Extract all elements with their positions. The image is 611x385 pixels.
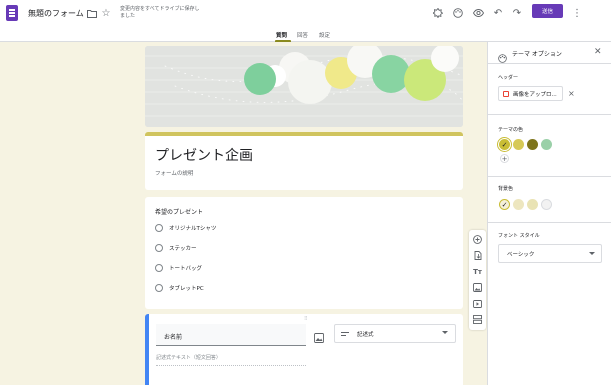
divider (488, 222, 611, 223)
send-button[interactable]: 送信 (532, 4, 563, 18)
theme-color-label: テーマの色 (498, 127, 524, 133)
panel-title: テーマ オプション (512, 51, 562, 58)
bg-color-swatch[interactable]: ✓ (499, 199, 510, 210)
question-card-name[interactable]: ⠿ お名前 記述式 記述式テキスト（短文回答） (145, 314, 463, 385)
bg-color-swatch[interactable] (527, 199, 538, 210)
header-image-chip[interactable]: 画像をアップロ... (498, 86, 563, 101)
form-title-card[interactable]: プレゼント企画 フォームの説明 (145, 132, 463, 190)
theme-color-swatch[interactable] (541, 139, 552, 150)
theme-color-swatch[interactable] (527, 139, 538, 150)
answer-placeholder: 記述式テキスト（短文回答） (156, 354, 306, 366)
form-file-title[interactable]: 無題のフォーム (28, 8, 84, 19)
theme-options-panel: テーマ オプション ✕ ヘッダー 画像をアップロ... × テーマの色 ✓ + … (487, 42, 611, 385)
image-icon (503, 91, 509, 97)
autosave-status: 変更内容をすべてドライブに保存しました (120, 6, 200, 19)
divider (488, 176, 611, 177)
radio-icon[interactable] (155, 264, 163, 272)
radio-icon[interactable] (155, 224, 163, 232)
header-section-label: ヘッダー (498, 75, 519, 81)
add-question-icon[interactable] (473, 235, 482, 244)
font-style-select[interactable]: ベーシック (498, 244, 602, 263)
add-image-icon[interactable] (473, 283, 482, 292)
background-color-label: 背景色 (498, 186, 514, 192)
option-item[interactable]: タブレットPC (155, 284, 204, 292)
question-type-label: 記述式 (357, 331, 374, 338)
folder-icon[interactable] (86, 7, 98, 19)
remove-header-icon[interactable]: × (568, 89, 575, 98)
chevron-down-icon (589, 252, 595, 255)
radio-icon[interactable] (155, 284, 163, 292)
question-type-select[interactable]: 記述式 (334, 324, 456, 343)
undo-icon[interactable]: ↶ (492, 7, 504, 19)
question-title-input[interactable]: お名前 (156, 324, 306, 346)
add-custom-color-icon[interactable]: + (500, 154, 509, 163)
option-item[interactable]: オリジナルTシャツ (155, 224, 216, 232)
radio-icon[interactable] (155, 244, 163, 252)
divider (488, 114, 611, 115)
add-section-icon[interactable] (473, 315, 482, 324)
font-style-label: フォント スタイル (498, 233, 540, 239)
preview-eye-icon[interactable] (472, 7, 484, 19)
form-description[interactable]: フォームの説明 (155, 169, 193, 177)
import-questions-icon[interactable] (473, 251, 482, 260)
chevron-down-icon (442, 331, 448, 334)
customize-theme-icon[interactable] (432, 7, 444, 19)
add-title-icon[interactable]: Tт (473, 267, 482, 276)
add-video-icon[interactable] (473, 299, 482, 308)
star-icon[interactable]: ☆ (100, 7, 112, 19)
palette-icon (498, 48, 507, 67)
add-image-icon[interactable] (314, 328, 324, 343)
palette-icon[interactable] (452, 7, 464, 19)
bg-color-swatch[interactable] (513, 199, 524, 210)
form-title[interactable]: プレゼント企画 (155, 145, 253, 165)
forms-logo-icon[interactable] (6, 5, 18, 21)
tab-settings[interactable]: 設定 (319, 31, 330, 39)
question-title: 希望のプレゼント (155, 209, 204, 216)
short-answer-icon (341, 331, 349, 336)
tab-questions[interactable]: 質問 (276, 31, 287, 39)
redo-icon[interactable]: ↷ (511, 7, 523, 19)
more-vert-icon[interactable]: ⋮ (571, 7, 583, 19)
drag-handle-icon[interactable]: ⠿ (304, 316, 309, 322)
tab-responses[interactable]: 回答 (297, 31, 308, 39)
theme-color-swatch[interactable] (513, 139, 524, 150)
close-icon[interactable]: ✕ (594, 47, 602, 57)
theme-color-swatch[interactable]: ✓ (499, 139, 510, 150)
question-card-gift[interactable]: 希望のプレゼント オリジナルTシャツ ステッカー トートバッグ タブレットPC (145, 197, 463, 309)
bg-color-swatch[interactable] (541, 199, 552, 210)
active-tab-indicator (275, 40, 291, 42)
option-item[interactable]: ステッカー (155, 244, 197, 252)
panel-header: テーマ オプション ✕ (488, 42, 611, 64)
header-image (145, 46, 463, 127)
option-item[interactable]: トートバッグ (155, 264, 202, 272)
floating-toolbar: Tт (469, 230, 486, 330)
